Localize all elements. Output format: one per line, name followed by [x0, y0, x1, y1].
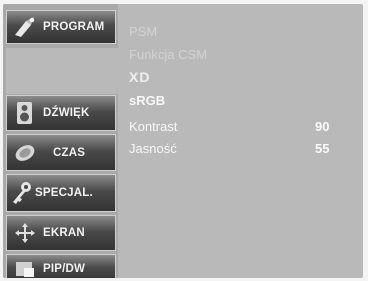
selected-item-gap: [6, 48, 118, 94]
xd-logo: XD: [129, 69, 151, 85]
speaker-icon: [7, 98, 43, 128]
menu-item-label: PSM: [129, 24, 158, 39]
menu-item-xd[interactable]: XD: [129, 67, 349, 87]
sidebar-item-specjal[interactable]: SPECJAL.: [6, 174, 116, 212]
menu-item-psm[interactable]: PSM: [129, 22, 349, 42]
sidebar-item-label: EKRAN: [43, 227, 85, 239]
sidebar-item-ekran[interactable]: EKRAN: [6, 215, 116, 251]
menu-item-label: sRGB: [129, 93, 166, 108]
move-arrows-icon: [7, 218, 43, 248]
menu-item-jasnosc[interactable]: Jasność 55: [129, 139, 349, 159]
menu-item-kontrast[interactable]: Kontrast 90: [129, 117, 349, 137]
sidebar-item-program[interactable]: PROGRAM: [6, 10, 116, 44]
menu-item-srgb[interactable]: sRGB: [129, 91, 349, 111]
jasnosc-value: 55: [315, 141, 330, 156]
menu-item-label: Kontrast: [129, 119, 178, 134]
sidebar-item-dzwiek[interactable]: DŹWIĘK: [6, 95, 116, 131]
osd-screen: PROGRAM DŹWIĘK CZAS SPECJAL. EKRAN PIP/D…: [0, 0, 368, 281]
menu-content: PSM Funkcja CSM XD sRGB Kontrast 90 Jasn…: [118, 4, 363, 278]
sidebar-item-label: PROGRAM: [43, 21, 105, 33]
key-icon: [7, 178, 35, 208]
satellite-icon: [7, 12, 43, 42]
clock-icon: [7, 138, 43, 168]
sidebar-item-label: SPECJAL.: [35, 187, 93, 199]
menu-item-label: Jasność: [129, 141, 177, 156]
menu-item-label: Funkcja CSM: [129, 47, 208, 62]
sidebar-item-czas[interactable]: CZAS: [6, 134, 116, 171]
sidebar-item-label: CZAS: [53, 146, 86, 159]
menu-item-funkcja-csm[interactable]: Funkcja CSM: [129, 45, 349, 65]
pip-icon: [7, 254, 43, 278]
sidebar-item-pipdw[interactable]: PIP/DW: [6, 254, 116, 278]
sidebar-item-label: DŹWIĘK: [43, 107, 90, 119]
kontrast-value: 90: [315, 119, 330, 134]
sidebar-item-label: PIP/DW: [43, 263, 86, 275]
sidebar: PROGRAM DŹWIĘK CZAS SPECJAL. EKRAN PIP/D…: [3, 4, 118, 278]
osd-menu-panel: PROGRAM DŹWIĘK CZAS SPECJAL. EKRAN PIP/D…: [3, 4, 363, 278]
